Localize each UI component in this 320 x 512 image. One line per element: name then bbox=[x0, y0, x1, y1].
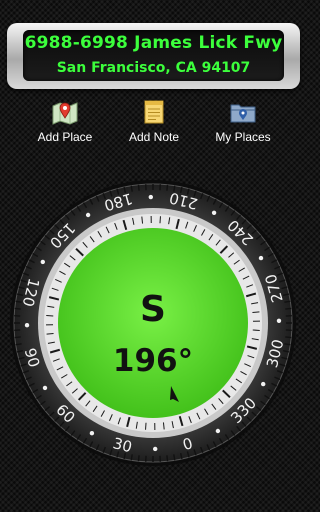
bezel-dot bbox=[211, 210, 217, 215]
bezel-notch bbox=[130, 185, 133, 192]
bezel-notch bbox=[285, 336, 292, 339]
bezel-notch bbox=[137, 455, 140, 462]
bezel-notch bbox=[173, 454, 176, 461]
bezel-notch bbox=[166, 184, 169, 191]
bezel-dot bbox=[148, 194, 154, 200]
bezel-notch bbox=[14, 336, 21, 339]
heading-degrees: 196° bbox=[113, 343, 193, 379]
bezel-dot bbox=[276, 318, 282, 324]
bezel-dot bbox=[24, 322, 30, 328]
bezel-dot bbox=[89, 431, 95, 436]
bezel-dot bbox=[215, 428, 221, 434]
bezel-dot bbox=[152, 446, 158, 452]
bezel-notch bbox=[166, 455, 169, 462]
bezel-notch bbox=[137, 184, 140, 191]
bezel-dot bbox=[40, 259, 45, 265]
bezel-notch bbox=[130, 454, 133, 461]
bezel-notch bbox=[15, 343, 22, 346]
compass: 0306090120150180 210240270300330 S 196° bbox=[10, 180, 296, 466]
bezel-notch bbox=[284, 300, 291, 303]
bezel-dot bbox=[258, 255, 264, 261]
bezel-notch bbox=[285, 307, 292, 310]
bezel-dot bbox=[85, 212, 91, 218]
bezel-dot bbox=[261, 381, 266, 387]
bezel-dot bbox=[42, 385, 48, 391]
cardinal-direction: S bbox=[140, 289, 166, 330]
bezel-notch bbox=[14, 307, 21, 310]
